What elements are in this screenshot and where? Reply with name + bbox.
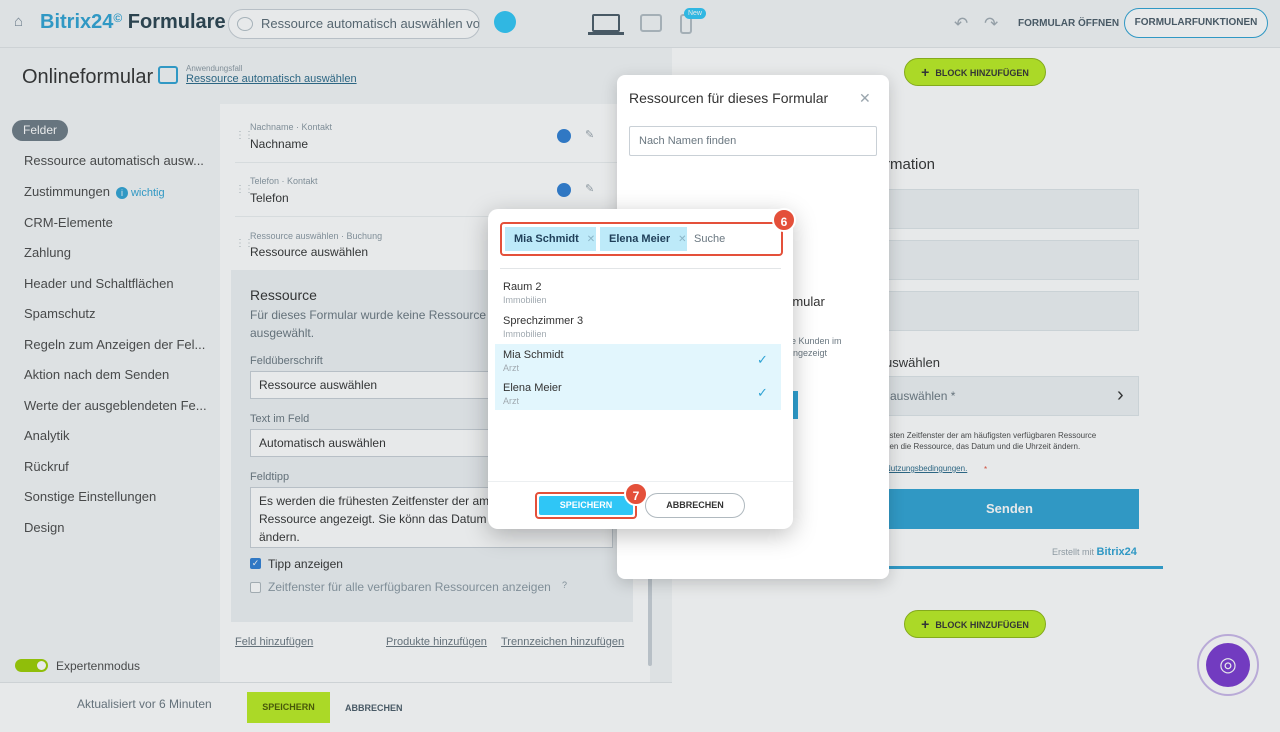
option-category: Immobilien xyxy=(503,295,547,305)
remove-tag-icon[interactable]: ✕ xyxy=(587,234,595,245)
popup-empty-text: re Kunden im angezeigt xyxy=(788,336,842,358)
resource-search-input[interactable]: Nach Namen finden xyxy=(629,126,877,156)
list-item[interactable]: Sprechzimmer 3 Immobilien xyxy=(495,311,781,344)
selected-tag[interactable]: Mia Schmidt ✕ xyxy=(505,227,596,251)
tag-search-input[interactable]: Suche xyxy=(694,233,725,245)
step-marker: 6 xyxy=(772,208,796,232)
dialog-save-button[interactable]: SPEICHERN xyxy=(539,496,633,515)
close-icon[interactable]: ✕ xyxy=(859,90,871,107)
list-item[interactable]: Elena Meier Arzt ✓ xyxy=(495,377,781,410)
list-item[interactable]: Mia Schmidt Arzt ✓ xyxy=(495,344,781,377)
popup-empty-title: rmular xyxy=(788,294,825,309)
divider xyxy=(500,268,781,269)
resources-popup-title: Ressourcen für dieses Formular xyxy=(629,90,829,106)
remove-tag-icon[interactable]: ✕ xyxy=(678,234,686,245)
list-item[interactable]: Raum 2 Immobilien xyxy=(495,278,781,311)
divider xyxy=(488,481,793,482)
option-name: Elena Meier xyxy=(503,382,562,394)
step-marker: 7 xyxy=(624,482,648,506)
option-category: Immobilien xyxy=(503,329,547,339)
check-icon: ✓ xyxy=(757,385,768,400)
option-name: Raum 2 xyxy=(503,281,542,293)
dialog-cancel-button[interactable]: ABBRECHEN xyxy=(645,493,745,518)
check-icon: ✓ xyxy=(757,352,768,367)
option-category: Arzt xyxy=(503,396,520,406)
selected-tag[interactable]: Elena Meier ✕ xyxy=(600,227,687,251)
option-name: Sprechzimmer 3 xyxy=(503,315,584,327)
option-name: Mia Schmidt xyxy=(503,349,564,361)
option-category: Arzt xyxy=(503,363,520,373)
